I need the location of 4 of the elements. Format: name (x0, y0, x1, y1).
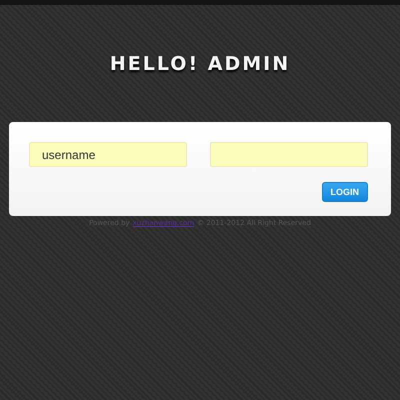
password-field[interactable] (210, 142, 368, 167)
login-button[interactable]: LOGIN (322, 182, 368, 202)
page-title: HELLO! ADMIN (108, 52, 292, 76)
username-field[interactable]: username (29, 142, 187, 167)
